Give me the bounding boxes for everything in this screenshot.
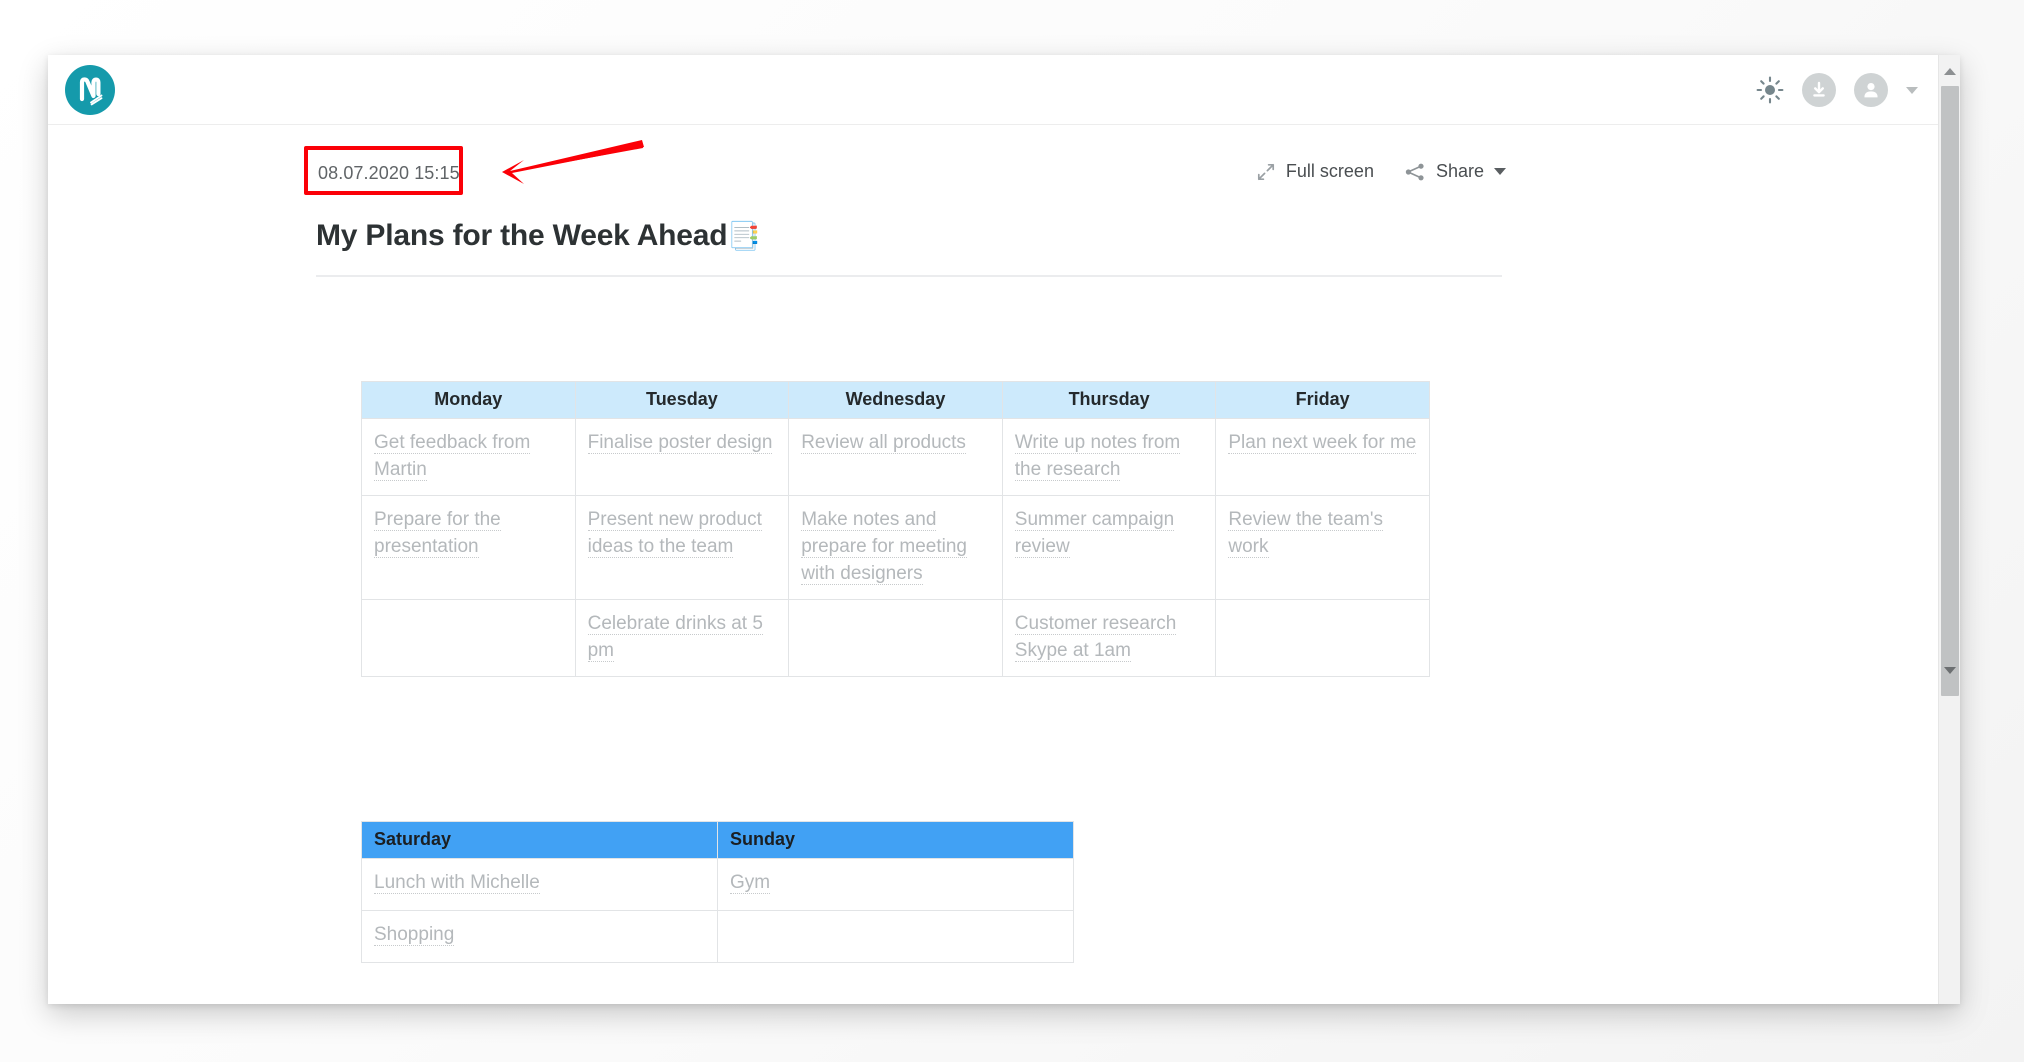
weekday-cell-text: Get feedback from Martin	[374, 432, 531, 481]
weekday-cell-text: Review the team's work	[1228, 509, 1384, 558]
table-row: Lunch with Michelle Gym	[361, 858, 1074, 911]
weekday-cell-text: Write up notes from the research	[1014, 432, 1181, 481]
weekday-header-cell: Tuesday	[574, 381, 790, 419]
title-divider	[316, 275, 1502, 277]
page-emoji-icon: 📑	[727, 221, 761, 251]
weekend-cell[interactable]: Gym	[717, 858, 1074, 911]
app-topbar	[48, 55, 1960, 125]
fullscreen-icon	[1257, 163, 1274, 180]
topbar-actions	[1756, 55, 1918, 125]
browser-window: 08.07.2020 15:15 Full screen Share My Pl…	[48, 55, 1960, 1004]
note-date: 08.07.2020 15:15	[318, 163, 460, 183]
table-row: Celebrate drinks at 5 pm Customer resear…	[361, 599, 1430, 677]
weekday-header-cell: Thursday	[1001, 381, 1217, 419]
weekday-table-wrap: Monday Tuesday Wednesday Thursday Friday…	[361, 381, 1506, 677]
weekday-cell[interactable]: Present new product ideas to the team	[574, 495, 790, 600]
weekend-cell[interactable]	[717, 910, 1074, 963]
weekend-cell-text: Gym	[730, 872, 771, 894]
page-title: My Plans for the Week Ahead📑	[316, 219, 1506, 253]
account-avatar-icon[interactable]	[1854, 73, 1888, 107]
scroll-up-arrow-icon[interactable]	[1939, 60, 1961, 82]
weekday-cell[interactable]	[361, 599, 576, 677]
weekday-header-cell: Monday	[361, 381, 576, 419]
table-row: Prepare for the presentation Present new…	[361, 495, 1430, 600]
weekday-cell[interactable]	[788, 599, 1003, 677]
nimbus-note-logo[interactable]	[65, 65, 115, 115]
weekday-cell[interactable]: Write up notes from the research	[1001, 418, 1217, 496]
weekday-cell[interactable]: Celebrate drinks at 5 pm	[574, 599, 790, 677]
weekday-cell-text: Finalise poster design	[587, 432, 773, 454]
share-button[interactable]: Share	[1404, 161, 1506, 182]
weekday-cell[interactable]: Prepare for the presentation	[361, 495, 576, 600]
download-icon[interactable]	[1802, 73, 1836, 107]
weekday-header-cell: Wednesday	[788, 381, 1003, 419]
weekday-cell-text: Celebrate drinks at 5 pm	[587, 613, 763, 662]
weekday-cell-text: Make notes and prepare for meeting with …	[801, 509, 968, 585]
weekend-table-wrap: Saturday Sunday Lunch with Michelle Gym …	[361, 821, 1506, 963]
note-meta-row: 08.07.2020 15:15 Full screen Share	[304, 125, 1506, 215]
weekend-cell-text: Shopping	[374, 924, 455, 946]
share-label: Share	[1435, 161, 1484, 181]
weekend-table: Saturday Sunday Lunch with Michelle Gym …	[361, 821, 1074, 963]
note-view-controls: Full screen Share	[1256, 161, 1506, 182]
weekday-cell[interactable]: Get feedback from Martin	[361, 418, 576, 496]
weekday-cell-text: Present new product ideas to the team	[587, 509, 762, 558]
weekday-cell[interactable]: Summer campaign review	[1001, 495, 1217, 600]
weekday-cell[interactable]: Plan next week for me	[1215, 418, 1430, 496]
weekday-cell[interactable]: Customer research Skype at 1am	[1001, 599, 1217, 677]
weekday-cell[interactable]: Review all products	[788, 418, 1003, 496]
weekend-cell[interactable]: Lunch with Michelle	[361, 858, 718, 911]
share-chevron-down-icon[interactable]	[1494, 168, 1506, 175]
share-icon	[1405, 163, 1424, 180]
note-content-area: 08.07.2020 15:15 Full screen Share My Pl…	[48, 125, 1960, 1003]
page-title-text: My Plans for the Week Ahead	[316, 219, 728, 252]
brightness-icon[interactable]	[1756, 76, 1784, 104]
weekday-table: Monday Tuesday Wednesday Thursday Friday…	[361, 381, 1430, 677]
weekday-cell[interactable]: Finalise poster design	[574, 418, 790, 496]
scrollbar-thumb[interactable]	[1941, 86, 1959, 696]
vertical-scrollbar[interactable]	[1938, 55, 1960, 1004]
table-row: Get feedback from Martin Finalise poster…	[361, 418, 1430, 496]
weekday-cell-text: Plan next week for me	[1228, 432, 1417, 454]
weekday-cell-text: Summer campaign review	[1014, 509, 1175, 558]
fullscreen-label: Full screen	[1285, 161, 1374, 181]
weekend-header-row: Saturday Sunday	[361, 821, 1074, 859]
weekend-header-cell: Sunday	[717, 821, 1074, 859]
chevron-down-icon[interactable]	[1906, 86, 1918, 94]
weekend-header-cell: Saturday	[361, 821, 718, 859]
weekday-cell[interactable]	[1215, 599, 1430, 677]
weekday-header-row: Monday Tuesday Wednesday Thursday Friday	[361, 381, 1430, 419]
weekday-cell-text: Prepare for the presentation	[374, 509, 501, 558]
weekday-cell[interactable]: Review the team's work	[1215, 495, 1430, 600]
weekday-header-cell: Friday	[1215, 381, 1430, 419]
fullscreen-button[interactable]: Full screen	[1256, 161, 1374, 182]
weekday-cell[interactable]: Make notes and prepare for meeting with …	[788, 495, 1003, 600]
weekday-cell-text: Customer research Skype at 1am	[1014, 613, 1177, 662]
annotation-arrow-icon	[502, 140, 644, 184]
table-row: Shopping	[361, 910, 1074, 963]
weekend-cell[interactable]: Shopping	[361, 910, 718, 963]
weekend-cell-text: Lunch with Michelle	[374, 872, 540, 894]
weekday-cell-text: Review all products	[801, 432, 966, 454]
scroll-down-arrow-icon[interactable]	[1939, 659, 1961, 681]
